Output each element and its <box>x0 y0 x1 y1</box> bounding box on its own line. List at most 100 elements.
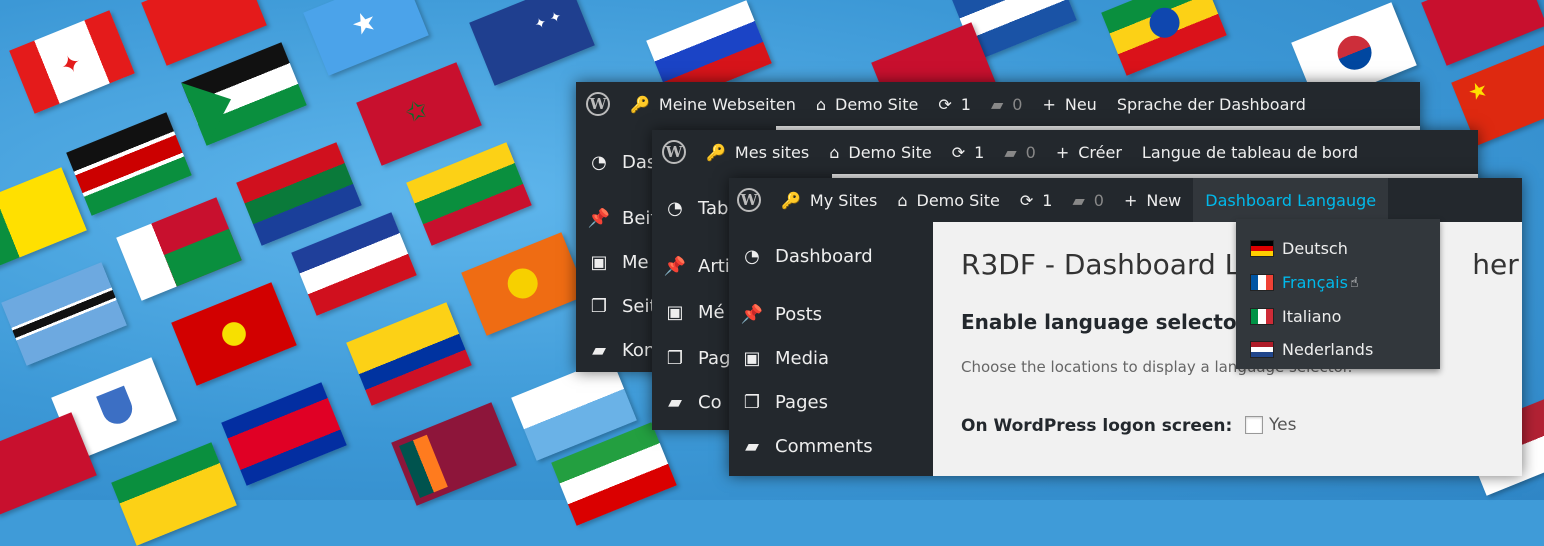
sidebar-item-dashboard[interactable]: ◔ Tab <box>664 198 728 219</box>
language-option-deutsch[interactable]: Deutsch <box>1250 239 1348 258</box>
sidebar-item-pages[interactable]: ❐ Pages <box>741 392 828 413</box>
language-option-label: Nederlands <box>1282 340 1374 359</box>
page-title-tail: her <box>1472 248 1519 281</box>
sidebar-item-label: Comments <box>775 436 873 457</box>
sidebar-item-media[interactable]: ▣ Media <box>741 348 829 369</box>
logon-screen-option: Yes <box>1245 415 1296 435</box>
sidebar-item-comments[interactable]: ▰ Co <box>664 392 722 413</box>
pages-icon: ❐ <box>666 348 684 369</box>
sidebar: ◔ Dashboard 📌 Posts ▣ Media ❐ Pages ▰ Comment… <box>729 222 933 476</box>
updates-count: 1 <box>974 142 985 162</box>
sidebar-item-label: Co <box>698 392 722 413</box>
language-label: Sprache der Dashboard <box>1116 94 1306 114</box>
sidebar-item-label: Pag <box>698 348 731 369</box>
sidebar-item-pages[interactable]: ❐ Seit <box>588 296 657 317</box>
my-sites-label: Meine Webseiten <box>658 94 796 114</box>
comment-icon: ▰ <box>745 436 759 457</box>
refresh-icon: ⟳ <box>1019 190 1034 210</box>
sidebar-item-pages[interactable]: ❐ Pag <box>664 348 731 369</box>
wordpress-logo-icon[interactable]: W <box>586 92 610 116</box>
updates-count: 1 <box>1042 190 1053 210</box>
sidebar-item-posts[interactable]: 📌 Posts <box>741 304 822 325</box>
wordpress-logo-icon[interactable]: W <box>662 140 686 164</box>
new-label: Créer <box>1078 142 1122 162</box>
sidebar-item-label: Mé <box>698 302 725 323</box>
sidebar-item-posts[interactable]: 📌 Beit <box>587 208 658 229</box>
sidebar-item-label: Me <box>622 252 649 273</box>
comment-icon: ▰ <box>1004 142 1017 162</box>
comment-icon: ▰ <box>1072 190 1085 210</box>
updates-menu[interactable]: ⟳ 1 <box>938 95 971 114</box>
key-icon: 🔑 <box>781 190 801 210</box>
media-icon: ▣ <box>590 252 608 273</box>
language-option-nederlands[interactable]: Nederlands <box>1250 340 1373 359</box>
sidebar-item-media[interactable]: ▣ Mé <box>664 302 725 323</box>
gauge-icon: ◔ <box>591 152 607 173</box>
wordpress-logo-icon[interactable]: W <box>737 188 761 212</box>
language-menu[interactable]: Langue de tableau de bord <box>1142 143 1358 162</box>
language-option-francais[interactable]: Français ☝ <box>1250 273 1358 292</box>
germany-flag-icon <box>1250 240 1274 257</box>
my-sites-menu[interactable]: 🔑 My Sites <box>781 191 877 210</box>
italy-flag-icon <box>1250 308 1274 325</box>
language-label: Dashboard Langauge <box>1205 190 1377 210</box>
logon-option-label: Yes <box>1269 415 1297 435</box>
sidebar-item-posts[interactable]: 📌 Arti <box>664 256 730 277</box>
pin-icon: 📌 <box>587 208 611 229</box>
language-menu[interactable]: Sprache der Dashboard <box>1117 95 1306 114</box>
sidebar-item-label: Tab <box>698 198 729 219</box>
new-label: Neu <box>1064 94 1097 114</box>
comments-menu[interactable]: ▰ 0 <box>1072 191 1104 210</box>
refresh-icon: ⟳ <box>951 142 966 162</box>
comment-icon: ▰ <box>668 392 682 413</box>
pages-icon: ❐ <box>743 392 761 413</box>
updates-menu[interactable]: ⟳ 1 <box>1020 191 1053 210</box>
new-menu[interactable]: + New <box>1124 191 1181 210</box>
sidebar-item-label: Posts <box>775 304 823 325</box>
language-menu[interactable]: Dashboard Langauge <box>1193 178 1389 222</box>
site-menu[interactable]: ⌂ Demo Site <box>816 95 919 114</box>
site-menu[interactable]: ⌂ Demo Site <box>829 143 932 162</box>
my-sites-menu[interactable]: 🔑 Meine Webseiten <box>630 95 796 114</box>
sidebar-item-media[interactable]: ▣ Me <box>588 252 649 273</box>
sidebar-item-dashboard[interactable]: ◔ Das <box>588 152 656 173</box>
admin-bar: W 🔑 My Sites ⌂ Demo Site ⟳ 1 ▰ 0 + New Dashbo… <box>729 178 1522 222</box>
home-icon: ⌂ <box>897 190 908 210</box>
home-icon: ⌂ <box>829 142 840 162</box>
my-sites-menu[interactable]: 🔑 Mes sites <box>706 143 809 162</box>
home-icon: ⌂ <box>815 94 827 114</box>
france-flag-icon <box>1250 274 1274 291</box>
sidebar-item-dashboard[interactable]: ◔ Dashboard <box>741 246 873 267</box>
comments-count: 0 <box>1025 142 1036 162</box>
logon-screen-checkbox[interactable] <box>1245 416 1263 434</box>
language-option-italiano[interactable]: Italiano <box>1250 307 1341 326</box>
media-icon: ▣ <box>743 348 761 369</box>
plus-icon: + <box>1123 190 1138 210</box>
netherlands-flag-icon <box>1250 341 1274 358</box>
updates-menu[interactable]: ⟳ 1 <box>952 143 985 162</box>
comments-count: 0 <box>1012 94 1023 114</box>
new-menu[interactable]: + Créer <box>1056 143 1122 162</box>
comment-icon: ▰ <box>592 340 606 361</box>
comments-menu[interactable]: ▰ 0 <box>991 95 1023 114</box>
sidebar-item-comments[interactable]: ▰ Comments <box>741 436 873 457</box>
sidebar-item-comments[interactable]: ▰ Kon <box>588 340 655 361</box>
pages-icon: ❐ <box>590 296 608 317</box>
sidebar-item-label: Pages <box>775 392 828 413</box>
hand-cursor-icon: ☝ <box>1349 274 1359 291</box>
page-title-text: R3DF - Dashboard L <box>961 248 1241 281</box>
comment-icon: ▰ <box>990 94 1004 114</box>
new-label: New <box>1146 190 1182 210</box>
my-sites-label: My Sites <box>809 190 878 210</box>
key-icon: 🔑 <box>630 94 650 114</box>
plus-icon: + <box>1055 142 1070 162</box>
site-label: Demo Site <box>848 142 932 162</box>
site-menu[interactable]: ⌂ Demo Site <box>897 191 1000 210</box>
pin-icon: 📌 <box>663 256 687 277</box>
language-option-label: Français <box>1282 273 1348 292</box>
new-menu[interactable]: + Neu <box>1042 95 1096 114</box>
refresh-icon: ⟳ <box>938 94 952 114</box>
site-label: Demo Site <box>835 94 919 114</box>
language-option-label: Deutsch <box>1282 239 1348 258</box>
comments-menu[interactable]: ▰ 0 <box>1004 143 1036 162</box>
